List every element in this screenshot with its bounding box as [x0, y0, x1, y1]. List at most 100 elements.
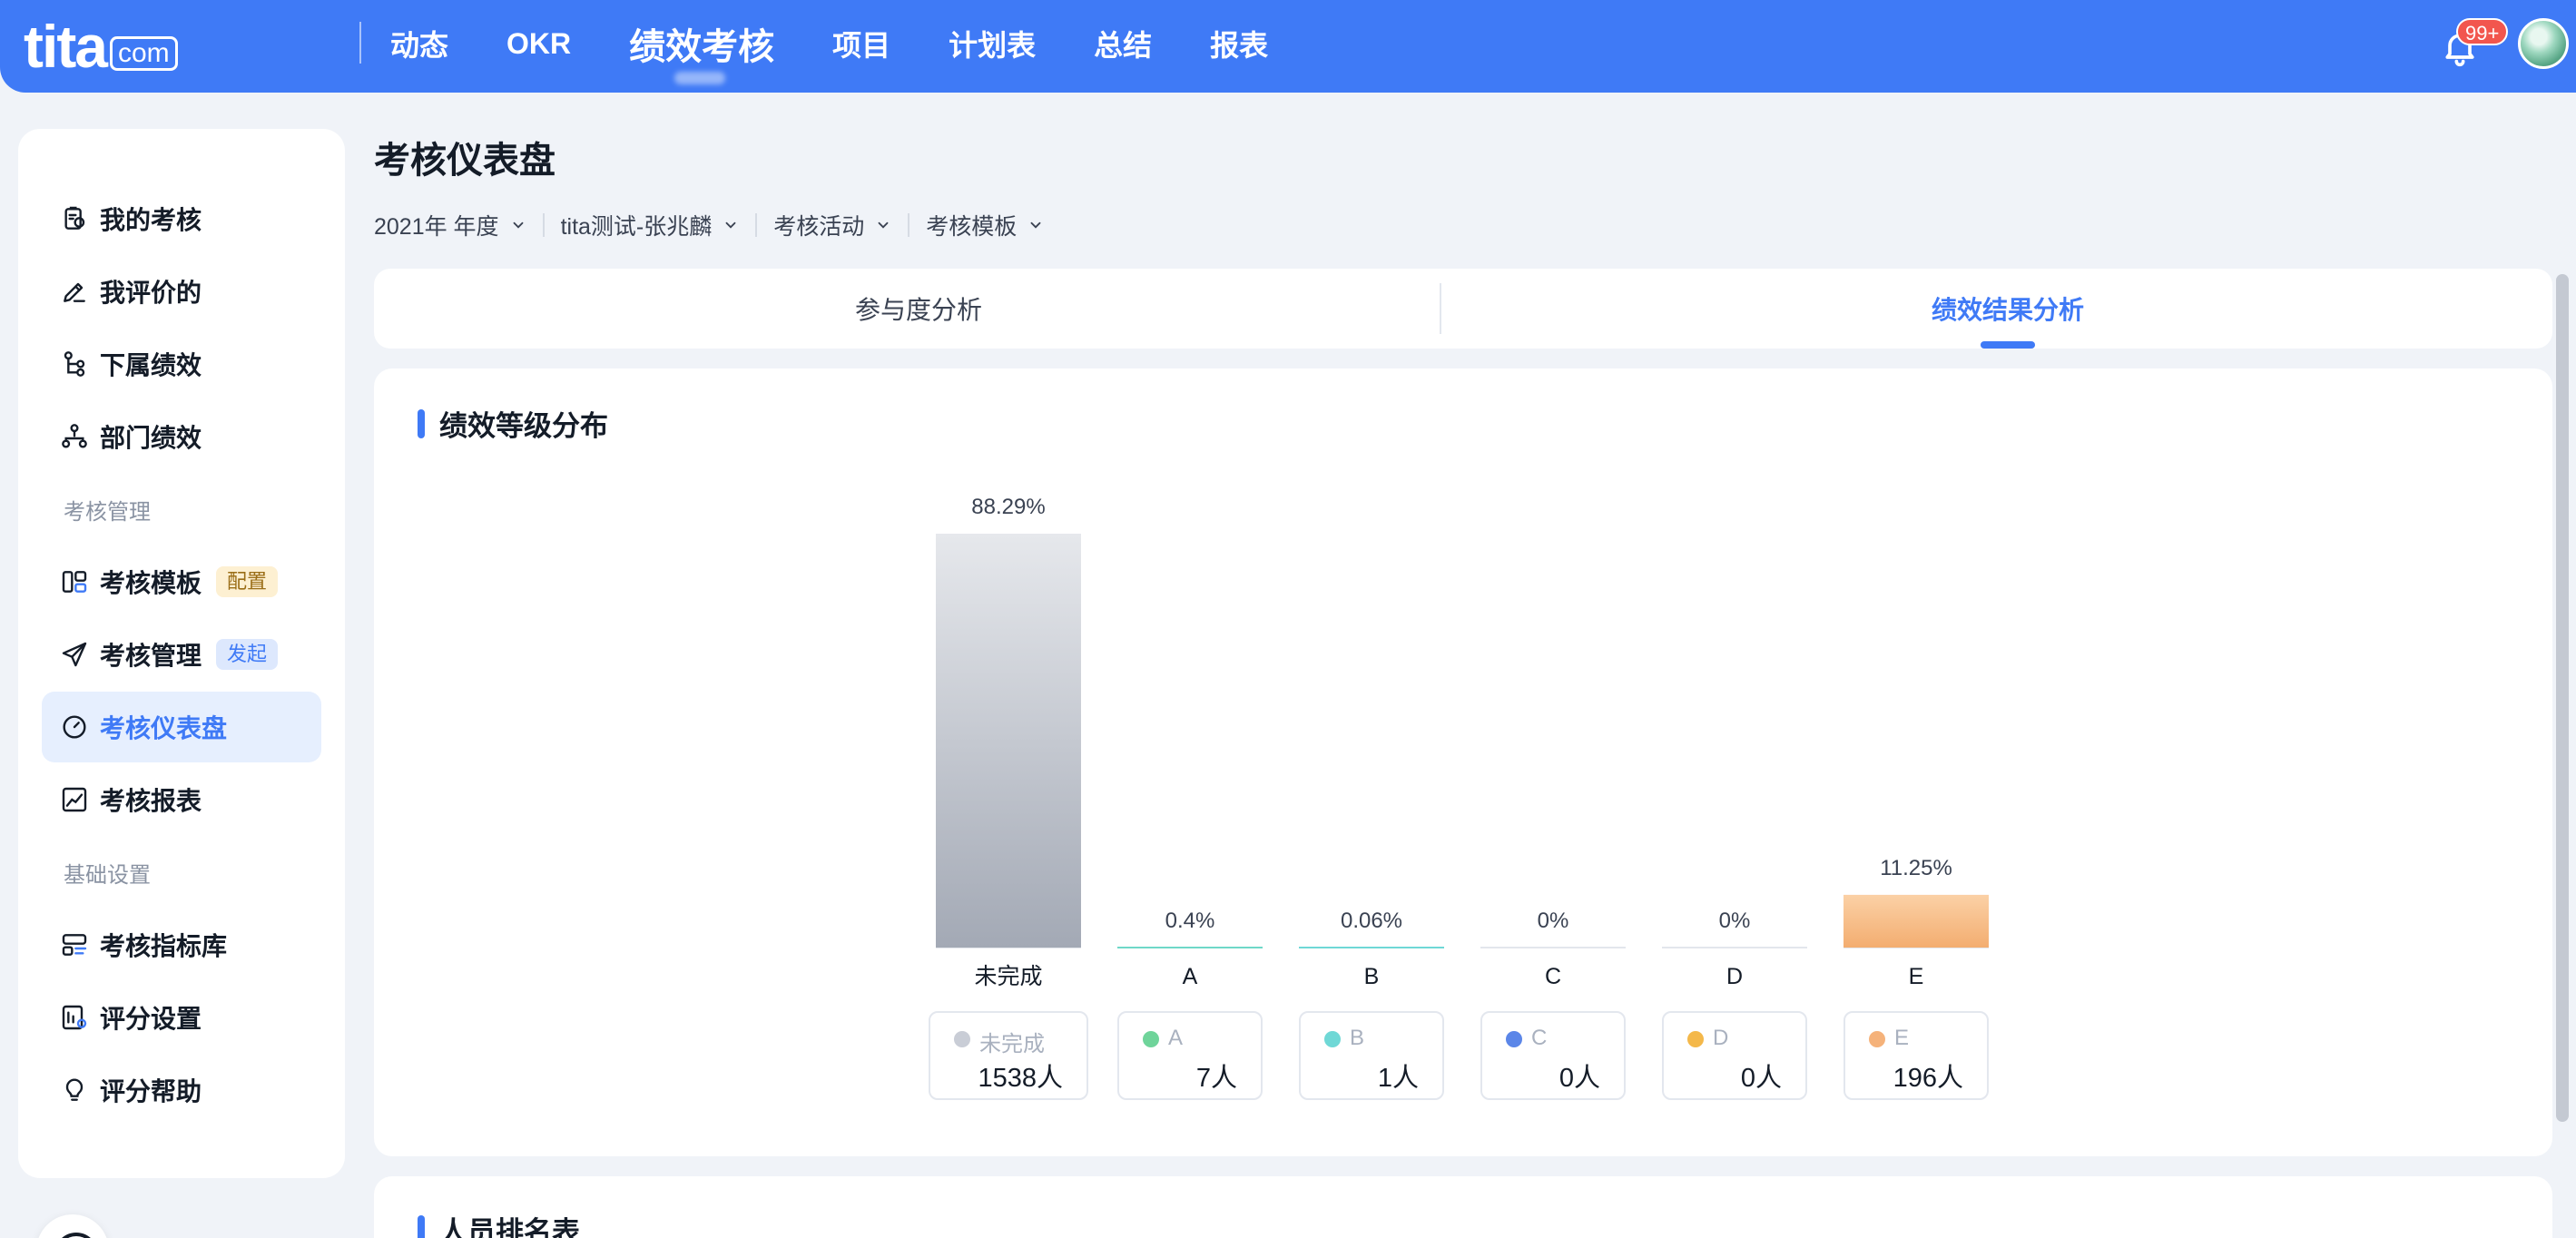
- logo-main-text: tita: [24, 13, 108, 80]
- bar-value-label: 11.25%: [1880, 856, 1952, 880]
- sidebar-item-label: 下属绩效: [100, 351, 202, 379]
- section-title: 人员排名表: [439, 1216, 580, 1238]
- filter-period[interactable]: 2021年 年度: [374, 209, 526, 241]
- legend-dot: [1687, 1031, 1704, 1047]
- user-avatar[interactable]: [2518, 18, 2569, 69]
- tab-performance-results[interactable]: 绩效结果分析: [1463, 269, 2552, 349]
- legend-card-2[interactable]: B 1人: [1299, 1011, 1444, 1100]
- sidebar-item-subordinate-performance[interactable]: 下属绩效: [42, 329, 321, 399]
- filter-activity[interactable]: 考核活动: [773, 209, 891, 241]
- hierarchy-icon: [64, 351, 85, 377]
- sidebar-item-label: 考核模板: [100, 569, 202, 597]
- sidebar-item-label: 评分帮助: [100, 1077, 202, 1105]
- section-header: 人员排名表: [418, 1209, 580, 1238]
- vertical-scrollbar[interactable]: [2556, 274, 2569, 1122]
- page-title: 考核仪表盘: [374, 141, 556, 181]
- sidebar-section-basic-settings: 基础设置: [64, 863, 151, 888]
- category-label: C: [1545, 964, 1561, 989]
- legend-count: 7人: [1195, 1064, 1237, 1093]
- assessment-icon: [64, 206, 85, 230]
- sidebar-item-reports[interactable]: 考核报表: [42, 764, 321, 835]
- sidebar-item-templates[interactable]: 考核模板 配置: [42, 546, 321, 617]
- sidebar-item-department-performance[interactable]: 部门绩效: [42, 401, 321, 472]
- sidebar-item-management[interactable]: 考核管理 发起: [42, 619, 321, 690]
- sidebar-item-my-assessment[interactable]: 我的考核: [42, 183, 321, 254]
- legend-name: B: [1350, 1026, 1365, 1050]
- launch-tag: 发起: [216, 639, 279, 670]
- legend-card-0[interactable]: 未完成 1538人: [929, 1011, 1088, 1100]
- legend-card-4[interactable]: D 0人: [1662, 1011, 1807, 1100]
- tita-logo[interactable]: tita com: [24, 13, 178, 80]
- nav-item-summary[interactable]: 总结: [1094, 23, 1152, 64]
- filter-divider: [542, 213, 545, 237]
- filter-template[interactable]: 考核模板: [926, 209, 1044, 241]
- bar-5[interactable]: [1844, 894, 1989, 948]
- top-navigation-bar: tita com 动态 OKR 绩效考核 项目 计划表 总结 报表 99+: [0, 0, 2576, 93]
- sidebar-item-indicator-library[interactable]: 考核指标库: [42, 909, 321, 980]
- nav-item-projects[interactable]: 项目: [832, 23, 890, 64]
- category-label: 未完成: [974, 964, 1042, 989]
- chevron-down-icon: [1030, 221, 1041, 229]
- line-chart-icon: [62, 787, 87, 812]
- sidebar-section-assessment-management: 考核管理: [64, 500, 151, 525]
- sidebar-item-label: 考核报表: [100, 787, 202, 815]
- legend-count: 0人: [1740, 1064, 1782, 1093]
- chevron-down-icon: [725, 221, 736, 229]
- dashboard-icon: [63, 715, 86, 739]
- sidebar-item-label: 考核管理: [100, 642, 202, 670]
- sidebar-item-dashboard[interactable]: 考核仪表盘: [42, 692, 321, 762]
- nav-divider: [359, 22, 361, 64]
- nav-item-plans[interactable]: 计划表: [949, 23, 1036, 64]
- send-icon: [62, 642, 87, 667]
- filter-label: 2021年 年度: [374, 214, 499, 240]
- bar-0[interactable]: [936, 534, 1081, 948]
- nav-item-feed[interactable]: 动态: [390, 23, 448, 64]
- legend-count: 0人: [1558, 1064, 1600, 1093]
- filter-divider: [755, 213, 758, 237]
- bar-value-label: 88.29%: [971, 495, 1045, 519]
- category-label: A: [1183, 964, 1198, 989]
- legend-card-5[interactable]: E 196人: [1844, 1011, 1989, 1100]
- tab-participation[interactable]: 参与度分析: [374, 269, 1463, 349]
- filter-label: 考核活动: [773, 214, 865, 240]
- filter-bar: 2021年 年度 tita测试-张兆麟 考核活动 考核模板: [374, 207, 1044, 243]
- sidebar-item-label: 考核指标库: [100, 932, 228, 960]
- help-float-button[interactable]: [36, 1214, 109, 1238]
- category-label: E: [1909, 964, 1924, 989]
- filter-label: tita测试-张兆麟: [560, 214, 713, 240]
- legend-count: 1人: [1377, 1064, 1419, 1093]
- analysis-tabs: 参与度分析 绩效结果分析: [374, 269, 2552, 349]
- sidebar-item-label: 考核仪表盘: [100, 714, 228, 742]
- ranking-panel: 人员排名表: [374, 1176, 2552, 1238]
- legend-name: A: [1168, 1026, 1184, 1050]
- filter-divider: [908, 213, 910, 237]
- bar-value-label: 0%: [1538, 909, 1569, 933]
- config-tag: 配置: [216, 566, 279, 597]
- legend-dot: [1506, 1031, 1522, 1047]
- legend-name: D: [1713, 1026, 1729, 1050]
- tab-divider: [1440, 283, 1441, 334]
- nav-item-performance[interactable]: 绩效考核: [629, 17, 774, 70]
- legend-dot: [1324, 1031, 1341, 1047]
- bar-value-label: 0.4%: [1165, 909, 1215, 933]
- legend-card-1[interactable]: A 7人: [1117, 1011, 1263, 1100]
- section-accent-bar: [418, 1214, 425, 1238]
- legend-card-3[interactable]: C 0人: [1480, 1011, 1626, 1100]
- legend-count: 196人: [1893, 1064, 1963, 1093]
- nav-item-reports[interactable]: 报表: [1210, 23, 1268, 64]
- template-icon: [62, 571, 87, 593]
- notification-badge: 99+: [2456, 18, 2509, 45]
- legend-dot: [1869, 1031, 1885, 1047]
- legend-name: E: [1894, 1026, 1910, 1050]
- category-label: D: [1726, 964, 1743, 989]
- filter-organization[interactable]: tita测试-张兆麟: [561, 209, 740, 241]
- logo-suffix-text: com: [110, 36, 178, 71]
- legend-name: C: [1531, 1026, 1548, 1050]
- chevron-down-icon: [513, 221, 523, 229]
- nav-item-okr[interactable]: OKR: [506, 27, 571, 61]
- bar-value-label: 0%: [1719, 909, 1751, 933]
- sidebar-item-score-help[interactable]: 评分帮助: [42, 1055, 321, 1125]
- sidebar-item-score-settings[interactable]: 评分设置: [42, 982, 321, 1053]
- bar-value-label: 0.06%: [1341, 909, 1402, 933]
- sidebar-item-my-reviews[interactable]: 我评价的: [42, 256, 321, 327]
